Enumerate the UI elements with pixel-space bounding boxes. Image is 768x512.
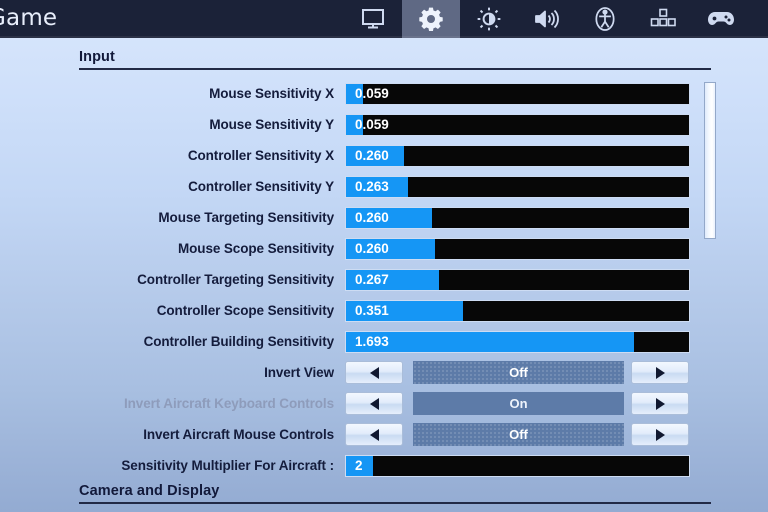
game-title: Game xyxy=(0,5,58,31)
setting-label: Invert View xyxy=(264,365,334,380)
setting-row: Mouse Scope Sensitivity 0.260 xyxy=(0,236,768,261)
tab-video[interactable] xyxy=(344,0,402,38)
section-divider xyxy=(79,502,711,504)
slider-fill xyxy=(346,332,635,352)
setting-slider[interactable]: 0.351 xyxy=(345,300,690,322)
slider-value: 0.351 xyxy=(355,303,389,318)
slider-value: 0.263 xyxy=(355,179,389,194)
toggle-next-button[interactable] xyxy=(631,392,689,415)
slider-value: 0.260 xyxy=(355,210,389,225)
accessibility-icon xyxy=(592,6,618,32)
arrow-left-icon xyxy=(369,366,379,379)
tab-audio[interactable] xyxy=(518,0,576,38)
setting-slider[interactable]: 0.260 xyxy=(345,238,690,260)
setting-label: Mouse Targeting Sensitivity xyxy=(158,210,334,225)
brightness-icon xyxy=(476,6,502,32)
setting-slider[interactable]: 1.693 xyxy=(345,331,690,353)
setting-slider[interactable]: 0.263 xyxy=(345,176,690,198)
slider-value: 0.059 xyxy=(355,117,389,132)
setting-row: Invert View Off xyxy=(0,360,768,385)
setting-row: Mouse Sensitivity Y 0.059 xyxy=(0,112,768,137)
section-header-camera: Camera and Display xyxy=(79,483,711,504)
tab-keyboard[interactable] xyxy=(634,0,692,38)
tab-controller[interactable] xyxy=(692,0,750,38)
section-header-input-label: Input xyxy=(79,49,115,65)
setting-row: Controller Building Sensitivity 1.693 xyxy=(0,329,768,354)
gamepad-icon xyxy=(706,7,736,31)
speaker-icon xyxy=(533,7,561,31)
arrow-right-icon xyxy=(655,366,665,379)
setting-row: Mouse Sensitivity X 0.059 xyxy=(0,81,768,106)
arrow-left-icon xyxy=(369,397,379,410)
keybinds-icon xyxy=(649,7,677,31)
setting-row: Mouse Targeting Sensitivity 0.260 xyxy=(0,205,768,230)
settings-content: Input Mouse Sensitivity X 0.059 Mouse Sens… xyxy=(0,38,768,512)
toggle-previous-button[interactable] xyxy=(345,361,403,384)
section-header-camera-label: Camera and Display xyxy=(79,483,220,499)
setting-slider[interactable]: 2 xyxy=(345,455,690,477)
setting-row: Controller Sensitivity X 0.260 xyxy=(0,143,768,168)
setting-label: Controller Targeting Sensitivity xyxy=(137,272,334,287)
top-bar: Game xyxy=(0,0,768,38)
settings-screen: Game xyxy=(0,0,768,512)
setting-label: Controller Sensitivity X xyxy=(187,148,334,163)
setting-row: Controller Targeting Sensitivity 0.267 xyxy=(0,267,768,292)
setting-label: Mouse Sensitivity Y xyxy=(209,117,334,132)
setting-label: Invert Aircraft Keyboard Controls xyxy=(124,396,334,411)
setting-row: Sensitivity Multiplier For Aircraft : 2 xyxy=(0,453,768,478)
slider-value: 0.260 xyxy=(355,241,389,256)
section-divider xyxy=(79,68,711,70)
setting-row: Invert Aircraft Keyboard Controls On xyxy=(0,391,768,416)
setting-label: Mouse Scope Sensitivity xyxy=(178,241,334,256)
toggle-previous-button[interactable] xyxy=(345,392,403,415)
setting-label: Controller Building Sensitivity xyxy=(143,334,334,349)
setting-slider[interactable]: 0.267 xyxy=(345,269,690,291)
toggle-value[interactable]: On xyxy=(413,392,624,415)
settings-tab-bar xyxy=(344,0,750,38)
gear-icon xyxy=(418,6,444,32)
toggle-previous-button[interactable] xyxy=(345,423,403,446)
toggle-next-button[interactable] xyxy=(631,423,689,446)
arrow-right-icon xyxy=(655,397,665,410)
setting-row: Controller Scope Sensitivity 0.351 xyxy=(0,298,768,323)
setting-slider[interactable]: 0.260 xyxy=(345,145,690,167)
toggle-next-button[interactable] xyxy=(631,361,689,384)
setting-label: Controller Scope Sensitivity xyxy=(156,303,334,318)
slider-value: 0.267 xyxy=(355,272,389,287)
setting-slider[interactable]: 0.059 xyxy=(345,114,690,136)
section-header-input: Input xyxy=(79,49,711,70)
setting-label: Sensitivity Multiplier For Aircraft : xyxy=(121,458,334,473)
setting-label: Invert Aircraft Mouse Controls xyxy=(143,427,334,442)
tab-game[interactable] xyxy=(402,0,460,38)
slider-value: 1.693 xyxy=(355,334,389,349)
arrow-left-icon xyxy=(369,428,379,441)
scrollbar-thumb[interactable] xyxy=(704,82,716,239)
setting-row: Invert Aircraft Mouse Controls Off xyxy=(0,422,768,447)
slider-value: 0.260 xyxy=(355,148,389,163)
setting-slider[interactable]: 0.059 xyxy=(345,83,690,105)
toggle-value[interactable]: Off xyxy=(413,423,624,446)
tab-brightness[interactable] xyxy=(460,0,518,38)
setting-label: Controller Sensitivity Y xyxy=(188,179,334,194)
slider-value: 0.059 xyxy=(355,86,389,101)
setting-label: Mouse Sensitivity X xyxy=(209,86,334,101)
monitor-icon xyxy=(360,7,386,31)
slider-value: 2 xyxy=(355,458,363,473)
arrow-right-icon xyxy=(655,428,665,441)
setting-slider[interactable]: 0.260 xyxy=(345,207,690,229)
toggle-value[interactable]: Off xyxy=(413,361,624,384)
tab-accessibility[interactable] xyxy=(576,0,634,38)
setting-row: Controller Sensitivity Y 0.263 xyxy=(0,174,768,199)
